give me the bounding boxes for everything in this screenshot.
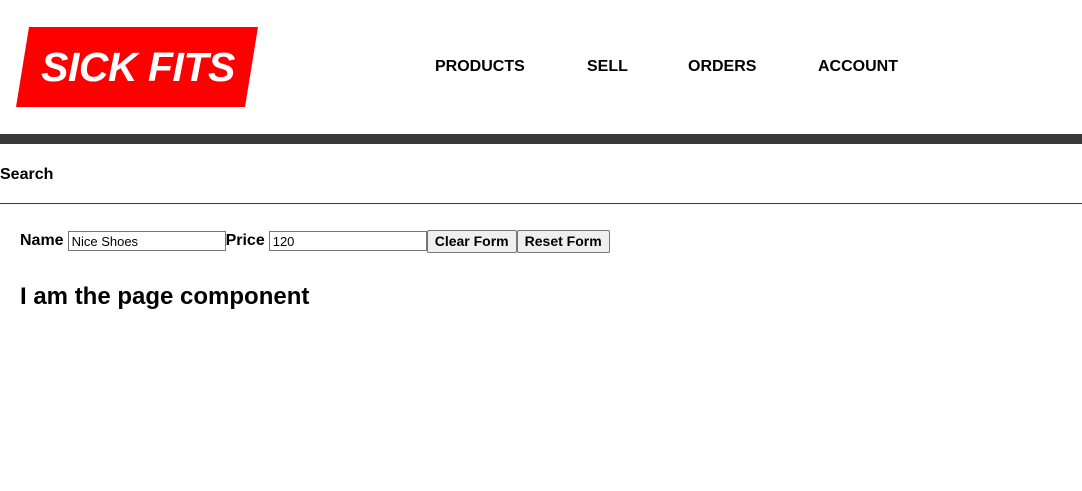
name-label: Name bbox=[20, 232, 64, 249]
product-form: Name Price Clear Form Reset Form bbox=[20, 229, 610, 253]
sub-bar: Search bbox=[0, 144, 1082, 204]
price-input[interactable] bbox=[268, 231, 427, 251]
reset-form-button[interactable]: Reset Form bbox=[516, 229, 610, 253]
nav-link-products[interactable]: PRODUCTS bbox=[435, 55, 525, 79]
page-heading: I am the page component bbox=[20, 283, 310, 310]
search-label: Search bbox=[0, 166, 54, 183]
name-input[interactable] bbox=[67, 231, 226, 251]
clear-form-button[interactable]: Clear Form bbox=[426, 229, 517, 253]
nav-link-orders[interactable]: ORDERS bbox=[688, 55, 756, 79]
header-bar bbox=[0, 134, 1082, 144]
price-label: Price bbox=[225, 232, 265, 249]
nav-link-sell[interactable]: SELL bbox=[587, 55, 628, 79]
site-header: SICK FITS PRODUCTS SELL ORDERS ACCOUNT bbox=[0, 0, 1082, 134]
main-nav: PRODUCTS SELL ORDERS ACCOUNT bbox=[0, 55, 1082, 79]
nav-link-account[interactable]: ACCOUNT bbox=[818, 55, 898, 79]
